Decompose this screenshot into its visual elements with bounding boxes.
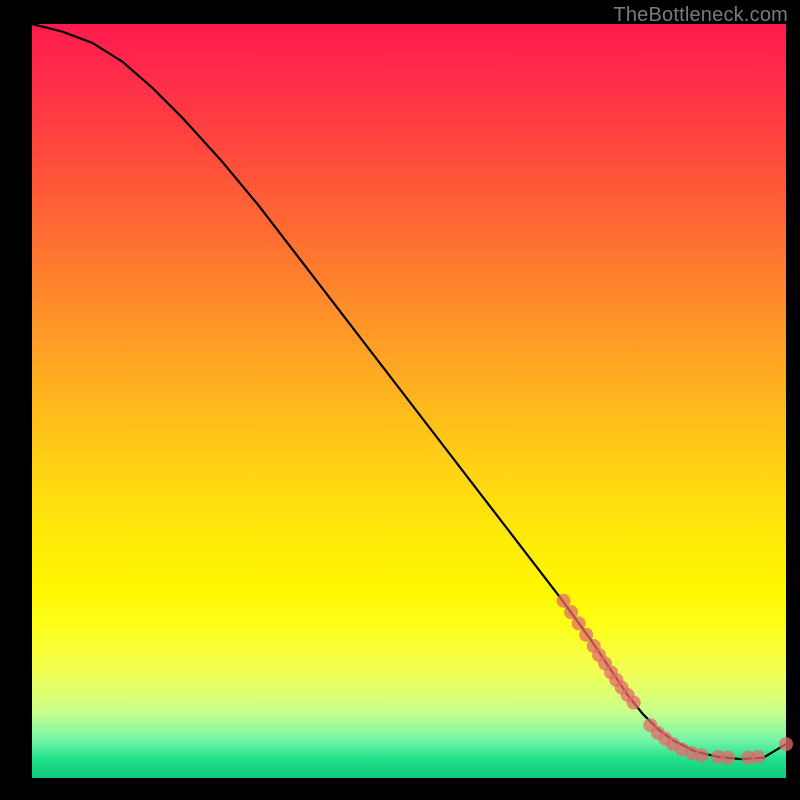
plot-area <box>32 24 786 778</box>
chart-stage: TheBottleneck.com <box>0 0 800 800</box>
data-point <box>695 748 709 762</box>
attribution-text: TheBottleneck.com <box>613 4 788 27</box>
data-point <box>779 737 793 751</box>
data-markers <box>557 594 793 765</box>
curve-line <box>32 24 786 759</box>
chart-svg <box>32 24 786 778</box>
data-point <box>721 751 735 765</box>
data-point <box>627 696 641 710</box>
data-point <box>751 750 765 764</box>
